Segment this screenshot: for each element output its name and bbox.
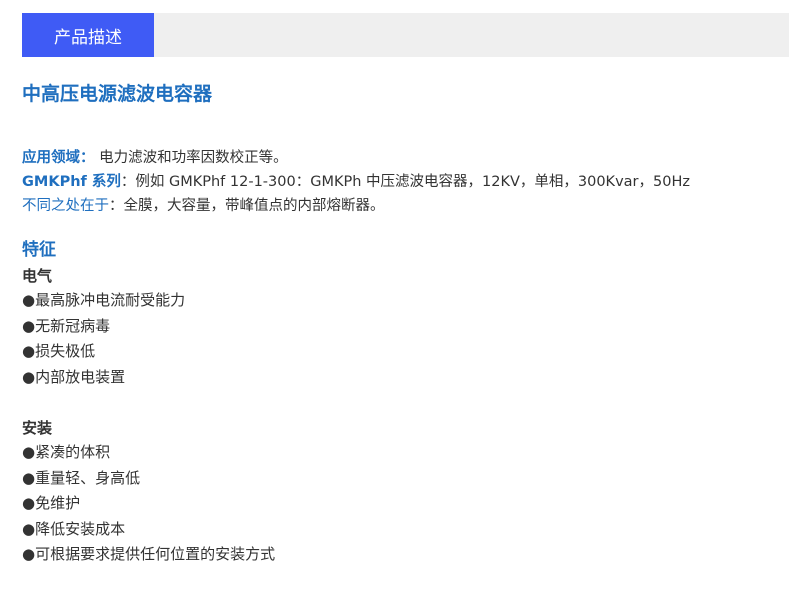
series-value: ：例如 GMKPhf 12-1-300：GMKPh 中压滤波电容器，12KV，单… [120,174,690,190]
list-item: ●降低安装成本 [22,519,126,538]
difference-label: 不同之处在于 [22,198,109,214]
product-title: 中高压电源滤波电容器 [22,83,213,105]
installation-heading: 安装 [22,419,53,437]
list-item: ●免维护 [22,494,81,512]
difference-line: 不同之处在于：全膜，大容量，带峰值点的内部熔断器。 [22,194,782,218]
product-content: 中高压电源滤波电容器 应用领域： 电力滤波和功率因数校正等。 GMKPhf 系列… [22,80,782,568]
list-item: ●最高脉冲电流耐受能力 [22,291,186,309]
application-value: 电力滤波和功率因数校正等。 [99,150,288,166]
list-item: ●重量轻、身高低 [22,468,141,487]
features-heading: 特征 [22,240,56,260]
application-label: 应用领域： [22,150,95,166]
tab-product-description[interactable]: 产品描述 [22,13,154,57]
series-label: GMKPhf 系列 [22,174,121,190]
list-item: ●可根据要求提供任何位置的安装方式 [22,545,276,563]
tab-bar: 产品描述 [22,13,789,57]
electrical-list: ●最高脉冲电流耐受能力 ●无新冠病毒 ●损失极低 ●内部放电装置 [22,288,782,390]
list-item: ●损失极低 [22,342,96,360]
product-info: 应用领域： 电力滤波和功率因数校正等。 GMKPhf 系列：例如 GMKPhf … [22,146,782,218]
series-line: GMKPhf 系列：例如 GMKPhf 12-1-300：GMKPh 中压滤波电… [22,170,782,194]
application-line: 应用领域： 电力滤波和功率因数校正等。 [22,146,782,170]
list-item: ●内部放电装置 [22,367,126,386]
list-item: ●紧凑的体积 [22,443,111,461]
list-item: ●无新冠病毒 [22,316,111,335]
electrical-heading: 电气 [22,267,53,285]
installation-list: ●紧凑的体积 ●重量轻、身高低 ●免维护 ●降低安装成本 ●可根据要求提供任何位… [22,440,782,568]
difference-value: ：全膜，大容量，带峰值点的内部熔断器。 [109,198,385,214]
